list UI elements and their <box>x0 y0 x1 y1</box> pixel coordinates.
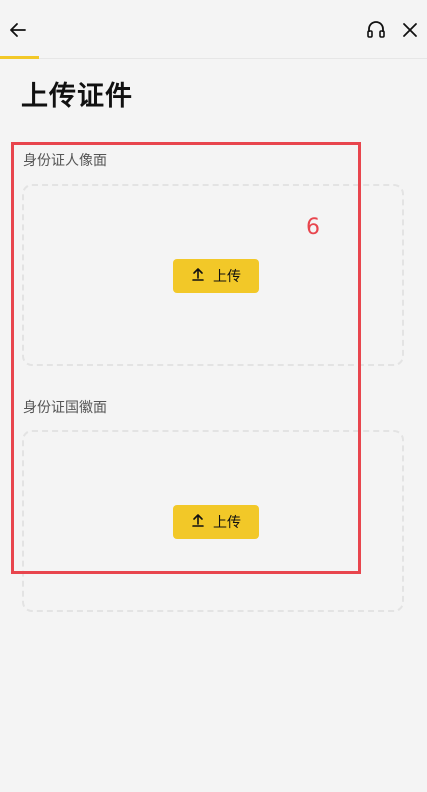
annotation-number: 6 <box>306 215 320 240</box>
arrow-left-icon <box>8 20 28 44</box>
id-back-upload-button[interactable]: 上传 <box>173 505 259 539</box>
headset-icon <box>365 19 387 45</box>
close-icon <box>400 20 420 44</box>
upload-arrow-icon <box>191 267 205 285</box>
progress-indicator <box>0 56 39 59</box>
id-front-upload-area[interactable]: 上传 <box>22 184 404 366</box>
page: 上传证件 身份证人像面 上传 身份证国徽面 上传 6 <box>0 0 427 792</box>
back-button[interactable] <box>6 20 30 44</box>
id-front-label: 身份证人像面 <box>23 153 107 169</box>
page-title: 上传证件 <box>21 81 133 112</box>
id-back-upload-area[interactable]: 上传 <box>22 430 404 612</box>
id-back-label: 身份证国徽面 <box>23 400 107 416</box>
close-button[interactable] <box>398 20 422 44</box>
id-front-upload-button[interactable]: 上传 <box>173 259 259 293</box>
top-bar <box>0 0 427 59</box>
customer-support-button[interactable] <box>364 20 388 44</box>
upload-arrow-icon <box>191 513 205 531</box>
upload-label: 上传 <box>213 515 241 531</box>
upload-label: 上传 <box>213 269 241 285</box>
